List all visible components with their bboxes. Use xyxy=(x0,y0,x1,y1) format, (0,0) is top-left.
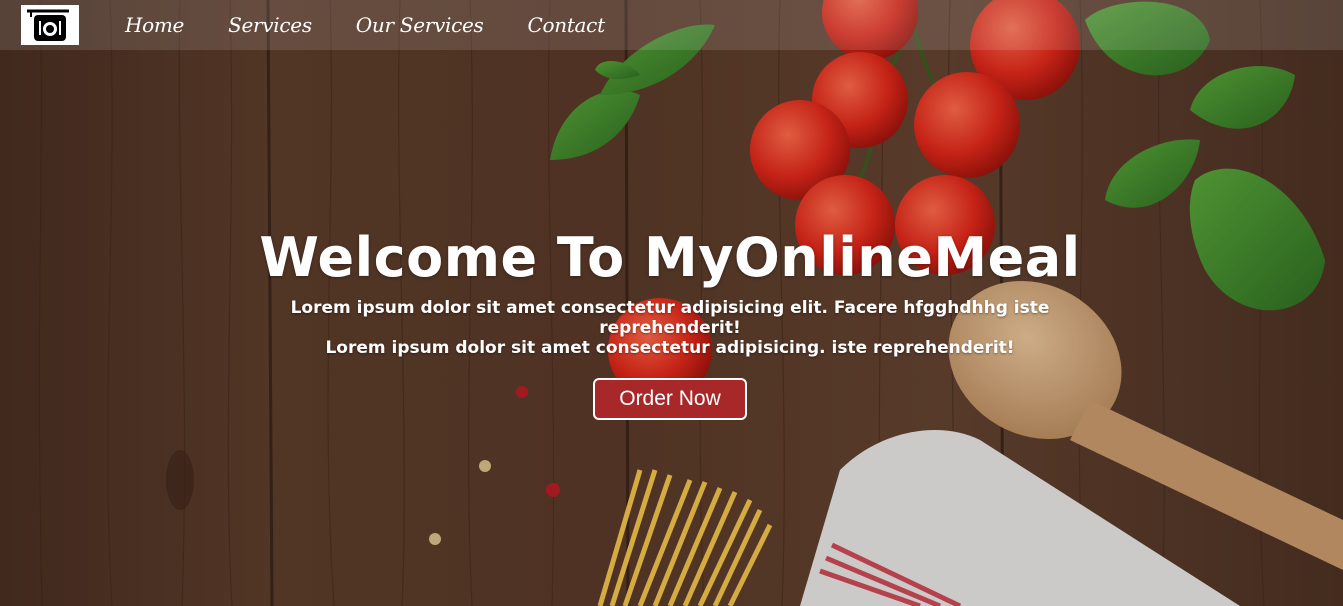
hero-description-2: Lorem ipsum dolor sit amet consectetur a… xyxy=(325,338,1015,358)
nav-links: Home Services Our Services Contact xyxy=(125,0,649,50)
nav-contact[interactable]: Contact xyxy=(528,13,606,37)
hero-section: Welcome To MyOnlineMeal Lorem ipsum dolo… xyxy=(190,222,1150,420)
restaurant-sign-icon xyxy=(27,9,69,41)
hero-title: Welcome To MyOnlineMeal xyxy=(259,226,1081,289)
navbar: Home Services Our Services Contact xyxy=(0,0,1343,50)
nav-services[interactable]: Services xyxy=(228,13,312,37)
nav-home[interactable]: Home xyxy=(125,13,184,37)
nav-our-services[interactable]: Our Services xyxy=(356,13,484,37)
hero-description-1: Lorem ipsum dolor sit amet consectetur a… xyxy=(290,298,1050,338)
logo[interactable] xyxy=(21,5,79,45)
order-now-button[interactable]: Order Now xyxy=(593,378,747,420)
page: Home Services Our Services Contact Welco… xyxy=(0,0,1343,606)
